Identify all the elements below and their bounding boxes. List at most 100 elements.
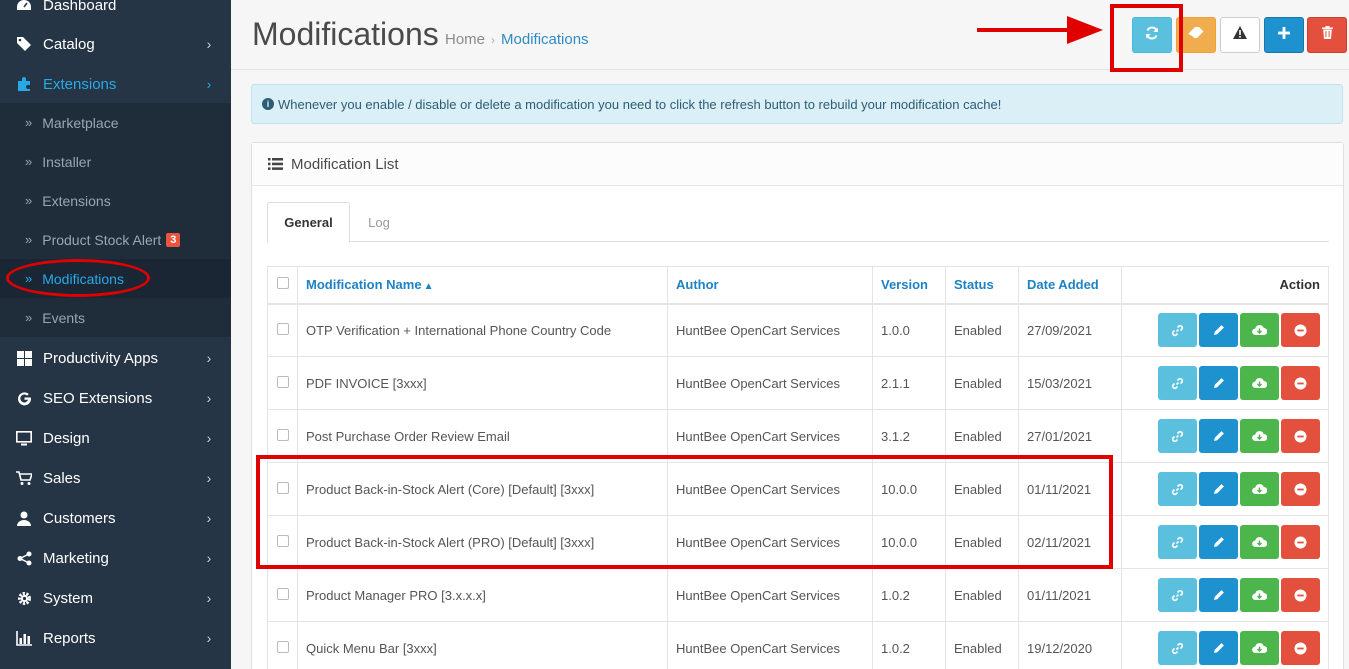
submenu-item-installer[interactable]: » Installer xyxy=(0,142,231,181)
sidebar-item-reports[interactable]: Reports › xyxy=(0,618,231,658)
modification-name: PDF INVOICE [3xxx] xyxy=(297,356,668,410)
cloud-download-icon xyxy=(1252,484,1267,495)
row-select-cell xyxy=(267,621,298,669)
puzzle-icon xyxy=(16,76,32,92)
add-button[interactable] xyxy=(1264,17,1304,53)
submenu-item-marketplace[interactable]: » Marketplace xyxy=(0,103,231,142)
breadcrumb-home[interactable]: Home xyxy=(445,31,485,48)
link-icon xyxy=(1171,324,1184,336)
link-button[interactable] xyxy=(1158,525,1197,559)
sidebar-item-system[interactable]: System › xyxy=(0,578,231,618)
download-button[interactable] xyxy=(1240,366,1279,400)
action-cell xyxy=(1121,621,1329,669)
link-button[interactable] xyxy=(1158,578,1197,612)
disable-button[interactable] xyxy=(1281,525,1320,559)
column-header-author[interactable]: Author xyxy=(667,266,873,305)
submenu-label: Product Stock Alert xyxy=(42,231,162,248)
link-button[interactable] xyxy=(1158,313,1197,348)
column-header-date-added[interactable]: Date Added xyxy=(1018,266,1122,305)
disable-button[interactable] xyxy=(1281,313,1320,348)
download-button[interactable] xyxy=(1240,313,1279,348)
author: HuntBee OpenCart Services xyxy=(667,621,873,669)
submenu-item-events[interactable]: » Events xyxy=(0,298,231,337)
sidebar-item-seo-extensions[interactable]: SEO Extensions › xyxy=(0,378,231,418)
sidebar-item-sales[interactable]: Sales › xyxy=(0,458,231,498)
tab-log[interactable]: Log xyxy=(351,202,407,242)
action-cell xyxy=(1121,462,1329,516)
edit-button[interactable] xyxy=(1199,313,1238,348)
sidebar-item-marketing[interactable]: Marketing › xyxy=(0,538,231,578)
action-cell xyxy=(1121,515,1329,569)
submenu-label: Marketplace xyxy=(42,114,119,131)
info-alert: i Whenever you enable / disable or delet… xyxy=(251,84,1343,124)
pencil-icon xyxy=(1213,537,1224,547)
edit-button[interactable] xyxy=(1199,472,1238,506)
row-checkbox[interactable] xyxy=(276,587,289,600)
cloud-download-icon xyxy=(1252,537,1267,548)
disable-button[interactable] xyxy=(1281,419,1320,453)
edit-button[interactable] xyxy=(1199,366,1238,400)
tab-general[interactable]: General xyxy=(267,202,350,243)
sidebar-item-customers[interactable]: Customers › xyxy=(0,498,231,538)
link-button[interactable] xyxy=(1158,366,1197,400)
sidebar-item-dashboard[interactable]: Dashboard xyxy=(0,0,231,25)
author: HuntBee OpenCart Services xyxy=(667,356,873,410)
date-added: 19/12/2020 xyxy=(1018,621,1122,669)
edit-button[interactable] xyxy=(1199,578,1238,612)
submenu-label: Events xyxy=(42,309,86,326)
download-button[interactable] xyxy=(1240,578,1279,612)
annotation-arrow-icon xyxy=(977,16,1103,44)
download-button[interactable] xyxy=(1240,419,1279,453)
sidebar-item-productivity-apps[interactable]: Productivity Apps › xyxy=(0,338,231,378)
link-icon xyxy=(1171,483,1184,495)
table-header-row: Modification Name ▲ Author Version Status… xyxy=(267,266,1329,305)
column-header-version[interactable]: Version xyxy=(872,266,946,305)
date-added: 01/11/2021 xyxy=(1018,568,1122,622)
delete-button[interactable] xyxy=(1307,17,1347,53)
windows-icon xyxy=(16,350,32,366)
cloud-download-icon xyxy=(1252,590,1267,601)
author: HuntBee OpenCart Services xyxy=(667,303,873,357)
disable-button[interactable] xyxy=(1281,366,1320,400)
rows-highlight-box xyxy=(256,455,1113,569)
action-cell xyxy=(1121,356,1329,410)
disable-button[interactable] xyxy=(1281,472,1320,506)
breadcrumb-modifications[interactable]: Modifications xyxy=(501,31,589,48)
disable-button[interactable] xyxy=(1281,631,1320,665)
version: 1.0.0 xyxy=(872,303,946,357)
log-warning-button[interactable] xyxy=(1220,17,1260,53)
edit-button[interactable] xyxy=(1199,631,1238,665)
double-chevron-icon: » xyxy=(25,193,33,208)
info-circle-icon: i xyxy=(262,98,274,110)
sidebar-item-catalog[interactable]: Catalog › xyxy=(0,24,231,64)
row-checkbox[interactable] xyxy=(276,428,289,441)
row-checkbox[interactable] xyxy=(276,640,289,653)
monitor-icon xyxy=(16,430,32,446)
link-button[interactable] xyxy=(1158,631,1197,665)
download-button[interactable] xyxy=(1240,525,1279,559)
edit-button[interactable] xyxy=(1199,525,1238,559)
select-all-checkbox[interactable] xyxy=(276,277,289,290)
sidebar-item-extensions[interactable]: Extensions › xyxy=(0,64,231,104)
column-header-name[interactable]: Modification Name ▲ xyxy=(297,266,668,305)
sidebar-item-design[interactable]: Design › xyxy=(0,418,231,458)
chevron-right-icon: › xyxy=(206,430,212,446)
status: Enabled xyxy=(945,356,1019,410)
sidebar-item-label: Productivity Apps xyxy=(43,349,159,367)
column-header-status[interactable]: Status xyxy=(945,266,1019,305)
download-button[interactable] xyxy=(1240,472,1279,506)
row-checkbox[interactable] xyxy=(276,375,289,388)
chevron-right-icon: › xyxy=(206,510,212,526)
submenu-label: Installer xyxy=(42,153,92,170)
disable-button[interactable] xyxy=(1281,578,1320,612)
chevron-right-icon: › xyxy=(206,76,212,92)
link-button[interactable] xyxy=(1158,472,1197,506)
edit-button[interactable] xyxy=(1199,419,1238,453)
download-button[interactable] xyxy=(1240,631,1279,665)
status: Enabled xyxy=(945,621,1019,669)
chevron-right-icon: › xyxy=(206,470,212,486)
submenu-item-product-stock-alert[interactable]: » Product Stock Alert 3 xyxy=(0,220,231,259)
row-checkbox[interactable] xyxy=(276,322,289,335)
submenu-item-extensions[interactable]: » Extensions xyxy=(0,181,231,220)
link-button[interactable] xyxy=(1158,419,1197,453)
